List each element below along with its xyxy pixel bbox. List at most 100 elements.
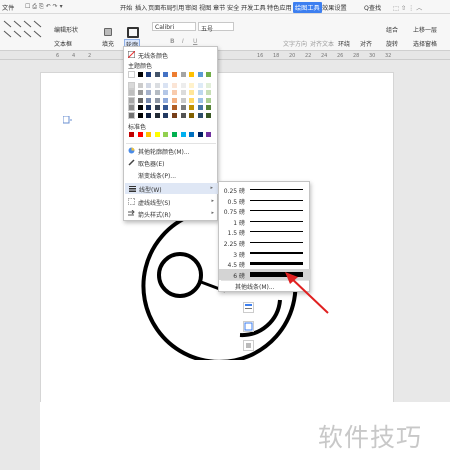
theme-color-swatch[interactable]: [196, 112, 204, 119]
theme-color-swatch[interactable]: [153, 96, 161, 104]
theme-color-swatch[interactable]: [171, 112, 178, 119]
standard-color-swatch[interactable]: [145, 131, 153, 138]
theme-color-swatch[interactable]: [136, 89, 144, 97]
standard-color-row[interactable]: [128, 131, 216, 140]
edit-shape-button[interactable]: 编辑形状: [54, 25, 78, 34]
selection-pane-button[interactable]: 选择窗格: [413, 39, 437, 48]
standard-color-swatch[interactable]: [171, 131, 178, 138]
tab-features[interactable]: 特色应用: [267, 3, 292, 12]
tab-review[interactable]: 审阅: [185, 3, 197, 12]
quick-access-icons[interactable]: ☐ ⎙ ⎘ ↶ ↷ ▾: [25, 3, 63, 11]
theme-color-swatch[interactable]: [162, 112, 170, 119]
theme-color-swatch[interactable]: [145, 96, 153, 104]
standard-color-swatch[interactable]: [188, 131, 196, 138]
standard-color-swatch[interactable]: [179, 131, 187, 138]
standard-color-swatch[interactable]: [205, 131, 213, 138]
line-weight-option[interactable]: 0.5 磅: [219, 195, 311, 206]
theme-color-swatch[interactable]: [145, 112, 153, 119]
bring-forward-button[interactable]: 上移一层: [413, 25, 437, 34]
standard-color-swatch[interactable]: [136, 131, 144, 138]
font-select[interactable]: Calibri: [152, 22, 196, 31]
tab-view[interactable]: 视图: [199, 3, 211, 12]
tab-chapter[interactable]: 章节: [213, 3, 225, 12]
tab-effects[interactable]: 效果设置: [322, 3, 347, 12]
standard-color-swatch[interactable]: [196, 131, 204, 138]
line-weight-option[interactable]: 3 磅: [219, 248, 311, 259]
theme-color-swatch[interactable]: [205, 96, 213, 104]
standard-color-swatch[interactable]: [153, 131, 161, 138]
gradient-line-item[interactable]: 渐变线条(P)...: [124, 169, 219, 180]
align-button[interactable]: 对齐: [360, 39, 372, 48]
tab-references[interactable]: 引用: [172, 3, 184, 12]
theme-color-swatch[interactable]: [171, 96, 178, 104]
standard-color-swatch[interactable]: [162, 131, 170, 138]
window-controls-icon[interactable]: ⬚ ⇧ ⋮ ︿: [393, 3, 422, 12]
more-colors-item[interactable]: 其他轮廓颜色(M)...: [124, 145, 219, 156]
theme-color-swatch[interactable]: [205, 81, 213, 89]
theme-color-swatch[interactable]: [196, 89, 204, 97]
theme-color-swatch[interactable]: [153, 71, 161, 78]
shape-style-icon[interactable]: [243, 321, 254, 332]
theme-color-swatch[interactable]: [162, 96, 170, 104]
theme-color-swatch[interactable]: [188, 96, 196, 104]
theme-color-swatch[interactable]: [136, 112, 144, 119]
theme-color-swatch[interactable]: [179, 96, 187, 104]
shape-gallery-icon[interactable]: [2, 18, 44, 40]
line-weight-item[interactable]: 线型(W) ▸: [125, 183, 218, 194]
theme-color-swatch[interactable]: [128, 104, 135, 112]
theme-color-swatch[interactable]: [153, 104, 161, 112]
arrow-style-item[interactable]: 箭头样式(R) ▸: [124, 208, 219, 219]
theme-color-swatch[interactable]: [128, 89, 135, 97]
align-text-button[interactable]: 对齐文本: [310, 39, 334, 48]
theme-color-swatch[interactable]: [171, 104, 178, 112]
font-size-select[interactable]: 五号: [198, 22, 234, 33]
theme-color-swatch[interactable]: [188, 89, 196, 97]
tab-drawing-tools[interactable]: 绘图工具: [293, 2, 322, 13]
bold-button[interactable]: B: [170, 38, 175, 45]
theme-color-swatch[interactable]: [153, 112, 161, 119]
text-direction-button[interactable]: 文字方向: [283, 39, 307, 48]
theme-color-swatch[interactable]: [153, 89, 161, 97]
theme-color-swatch[interactable]: [162, 81, 170, 89]
theme-color-swatch[interactable]: [196, 81, 204, 89]
tab-layout[interactable]: 页面布局: [148, 3, 173, 12]
theme-color-grid[interactable]: [128, 71, 216, 123]
underline-button[interactable]: U: [193, 38, 197, 45]
theme-color-swatch[interactable]: [145, 104, 153, 112]
line-weight-option[interactable]: 1.5 磅: [219, 226, 311, 237]
theme-color-swatch[interactable]: [196, 96, 204, 104]
shape-fill-icon[interactable]: [243, 340, 254, 351]
tab-developer[interactable]: 开发工具: [241, 3, 266, 12]
theme-color-swatch[interactable]: [179, 71, 187, 78]
theme-color-swatch[interactable]: [205, 89, 213, 97]
theme-color-swatch[interactable]: [128, 96, 135, 104]
theme-color-swatch[interactable]: [128, 112, 135, 119]
wrap-button[interactable]: 环绕: [338, 39, 350, 48]
file-menu[interactable]: 文件: [2, 3, 14, 12]
tab-home[interactable]: 开始: [120, 3, 132, 12]
theme-color-swatch[interactable]: [179, 104, 187, 112]
theme-color-swatch[interactable]: [162, 89, 170, 97]
theme-color-swatch[interactable]: [136, 71, 144, 78]
theme-color-swatch[interactable]: [136, 104, 144, 112]
theme-color-swatch[interactable]: [171, 89, 178, 97]
italic-button[interactable]: I: [182, 38, 184, 45]
theme-color-swatch[interactable]: [171, 71, 178, 78]
line-weight-option[interactable]: 0.25 磅: [219, 184, 311, 195]
textbox-button[interactable]: 文本框: [54, 39, 72, 48]
theme-color-swatch[interactable]: [136, 81, 144, 89]
theme-color-swatch[interactable]: [145, 89, 153, 97]
theme-color-swatch[interactable]: [188, 71, 196, 78]
search-box[interactable]: Q查找: [364, 3, 381, 12]
theme-color-swatch[interactable]: [179, 112, 187, 119]
theme-color-swatch[interactable]: [162, 104, 170, 112]
theme-color-swatch[interactable]: [205, 71, 213, 78]
theme-color-swatch[interactable]: [128, 81, 135, 89]
theme-color-swatch[interactable]: [188, 104, 196, 112]
theme-color-swatch[interactable]: [179, 81, 187, 89]
theme-color-swatch[interactable]: [162, 71, 170, 78]
theme-color-swatch[interactable]: [188, 112, 196, 119]
theme-color-swatch[interactable]: [128, 71, 135, 78]
tab-security[interactable]: 安全: [227, 3, 239, 12]
theme-color-swatch[interactable]: [205, 104, 213, 112]
